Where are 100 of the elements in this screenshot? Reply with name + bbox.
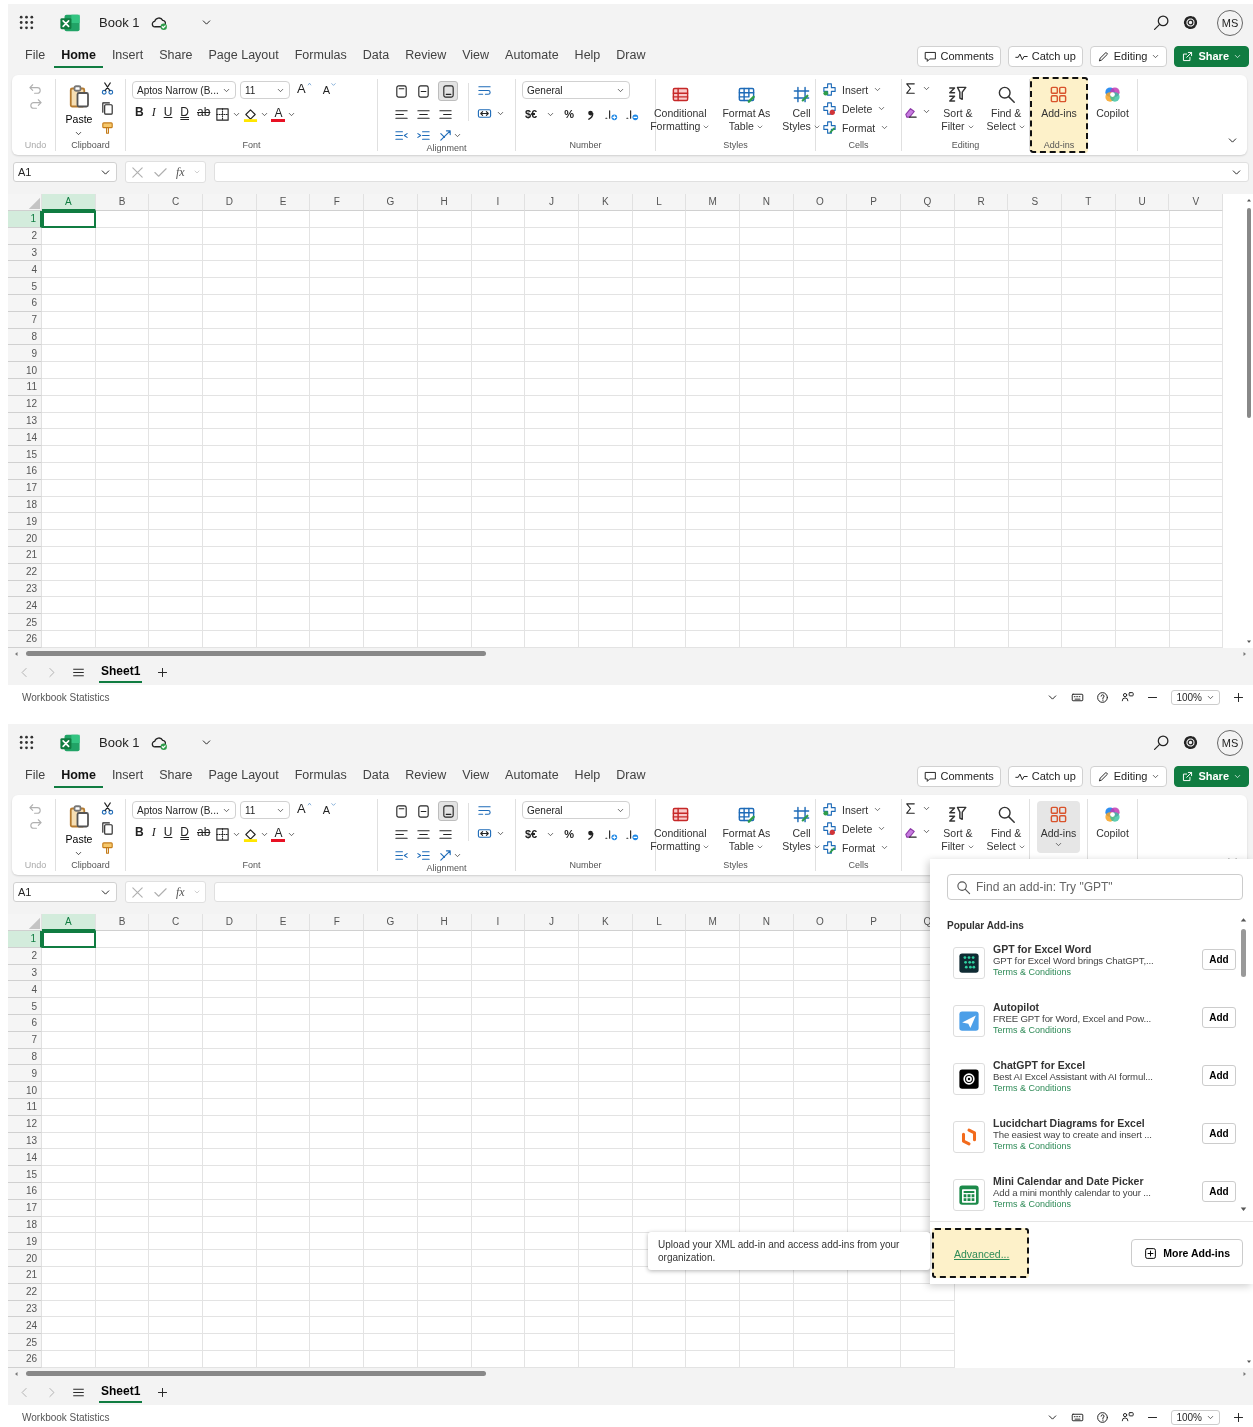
add-button[interactable]: Add [1202,1007,1236,1028]
document-title[interactable]: Book 1 [99,735,140,751]
column-header[interactable]: L [632,914,687,931]
menu-tab[interactable]: View [455,44,497,69]
active-cell[interactable] [42,211,96,228]
menu-tab[interactable]: Home [54,764,103,789]
row-header[interactable]: 25 [8,614,42,631]
strikethrough-button[interactable]: ab [194,105,214,124]
column-header[interactable]: T [1062,194,1116,211]
format-cells-button[interactable]: Format [822,119,901,137]
bold-button[interactable]: B [132,105,147,124]
feedback-icon[interactable] [1121,690,1135,704]
zoom-in-icon[interactable] [1232,690,1245,704]
feedback-icon[interactable] [1121,1410,1135,1424]
find-select-button[interactable]: Find & Select [984,81,1028,138]
help-icon[interactable] [1096,1410,1110,1424]
terms-link[interactable]: Terms & Conditions [993,1083,1194,1093]
row-header[interactable]: 20 [8,530,42,547]
borders-icon[interactable] [215,826,231,842]
cut-icon[interactable] [100,801,116,817]
menu-tab[interactable]: Draw [609,44,653,69]
fill-color-icon[interactable] [243,106,259,122]
add-button[interactable]: Add [1202,1181,1236,1202]
find-select-button[interactable]: Find & Select [984,801,1028,858]
app-launcher-icon[interactable] [18,734,35,752]
column-header[interactable]: K [578,914,633,931]
double-underline-button[interactable]: D [177,105,192,124]
menu-tab[interactable]: File [18,764,53,789]
double-underline-button[interactable]: D [177,825,192,844]
column-header[interactable]: G [364,914,418,931]
share-button[interactable]: Share [1174,45,1249,67]
column-header[interactable]: O [793,914,848,931]
menu-tab[interactable]: Review [398,44,454,69]
number-format-dropdown[interactable]: General [522,81,630,100]
delete-cells-button[interactable]: Delete [822,100,901,118]
paste-button[interactable]: Paste [65,81,93,141]
sort-filter-button[interactable]: Sort & Filter [939,81,977,138]
currency-format-button[interactable]: $€ [522,105,541,124]
name-box[interactable]: A1 [13,162,117,183]
cell-grid[interactable] [42,211,1224,648]
column-header[interactable]: J [525,914,579,931]
vertical-scrollbar-thumb[interactable] [1246,208,1251,418]
settings-icon[interactable] [1182,14,1199,32]
column-header[interactable]: I [471,194,526,211]
underline-button[interactable]: U [160,825,176,844]
menu-tab[interactable]: Insert [104,764,151,789]
add-in-search-field[interactable]: Find an add-in: Try "GPT" [947,874,1243,900]
column-header[interactable]: H [417,914,472,931]
column-header[interactable]: C [149,914,204,931]
paste-button[interactable]: Paste [65,801,93,861]
editing-mode-button[interactable]: Editing [1089,765,1168,787]
column-header[interactable]: K [578,194,633,211]
zoom-dropdown[interactable]: 100% [1171,689,1220,705]
cut-icon[interactable] [100,81,116,97]
column-header[interactable]: J [525,194,579,211]
row-header[interactable]: 4 [8,261,42,279]
copy-icon[interactable] [100,821,116,837]
name-box[interactable]: A1 [13,882,117,903]
terms-link[interactable]: Terms & Conditions [993,967,1194,977]
number-format-dropdown[interactable]: General [522,801,630,820]
underline-button[interactable]: U [160,105,176,124]
strikethrough-button[interactable]: ab [194,825,214,844]
align-middle-icon[interactable] [416,83,431,99]
add-button[interactable]: Add [1202,1123,1236,1144]
sheet-tab[interactable]: Sheet1 [99,661,143,684]
format-cells-button[interactable]: Format [822,839,901,857]
more-add-ins-button[interactable]: More Add-ins [1131,1239,1243,1267]
zoom-dropdown[interactable]: 100% [1171,1409,1220,1425]
decrease-font-size-button[interactable]: A [319,801,340,820]
column-header[interactable]: D [203,194,257,211]
menu-tab[interactable]: Share [152,764,200,789]
font-size-dropdown[interactable]: 11 [240,81,290,100]
column-header[interactable]: Q [901,194,955,211]
column-header[interactable]: P [847,194,901,211]
font-color-button[interactable]: A [271,106,286,123]
menu-tab[interactable]: View [455,764,497,789]
bold-button[interactable]: B [132,825,147,844]
row-header[interactable]: 20 [8,1250,42,1267]
copy-icon[interactable] [100,101,116,117]
column-header[interactable]: S [1008,194,1063,211]
row-header[interactable]: 14 [8,1149,42,1167]
italic-button[interactable]: I [148,825,159,844]
format-as-table-button[interactable]: Format As Table [720,801,773,858]
add-sheet-icon[interactable] [156,665,170,679]
percent-style-button[interactable]: % [561,105,578,124]
fill-color-icon[interactable] [243,826,259,842]
row-header[interactable]: 25 [8,1334,42,1351]
add-sheet-icon[interactable] [156,1385,170,1399]
font-family-dropdown[interactable]: Aptos Narrow (B... [132,81,236,100]
add-ins-button[interactable]: Add-ins [1036,801,1081,854]
catch-up-button[interactable]: Catch up [1007,45,1083,67]
align-top-icon[interactable] [394,803,409,819]
increase-font-size-button[interactable]: A [294,81,316,100]
currency-format-button[interactable]: $€ [522,825,541,844]
menu-tab[interactable]: File [18,44,53,69]
scrollbar-thumb[interactable] [1240,929,1246,977]
italic-button[interactable]: I [148,105,159,124]
terms-link[interactable]: Terms & Conditions [993,1141,1194,1151]
sheet-tab[interactable]: Sheet1 [99,1381,143,1404]
comments-button[interactable]: Comments [916,45,1001,67]
